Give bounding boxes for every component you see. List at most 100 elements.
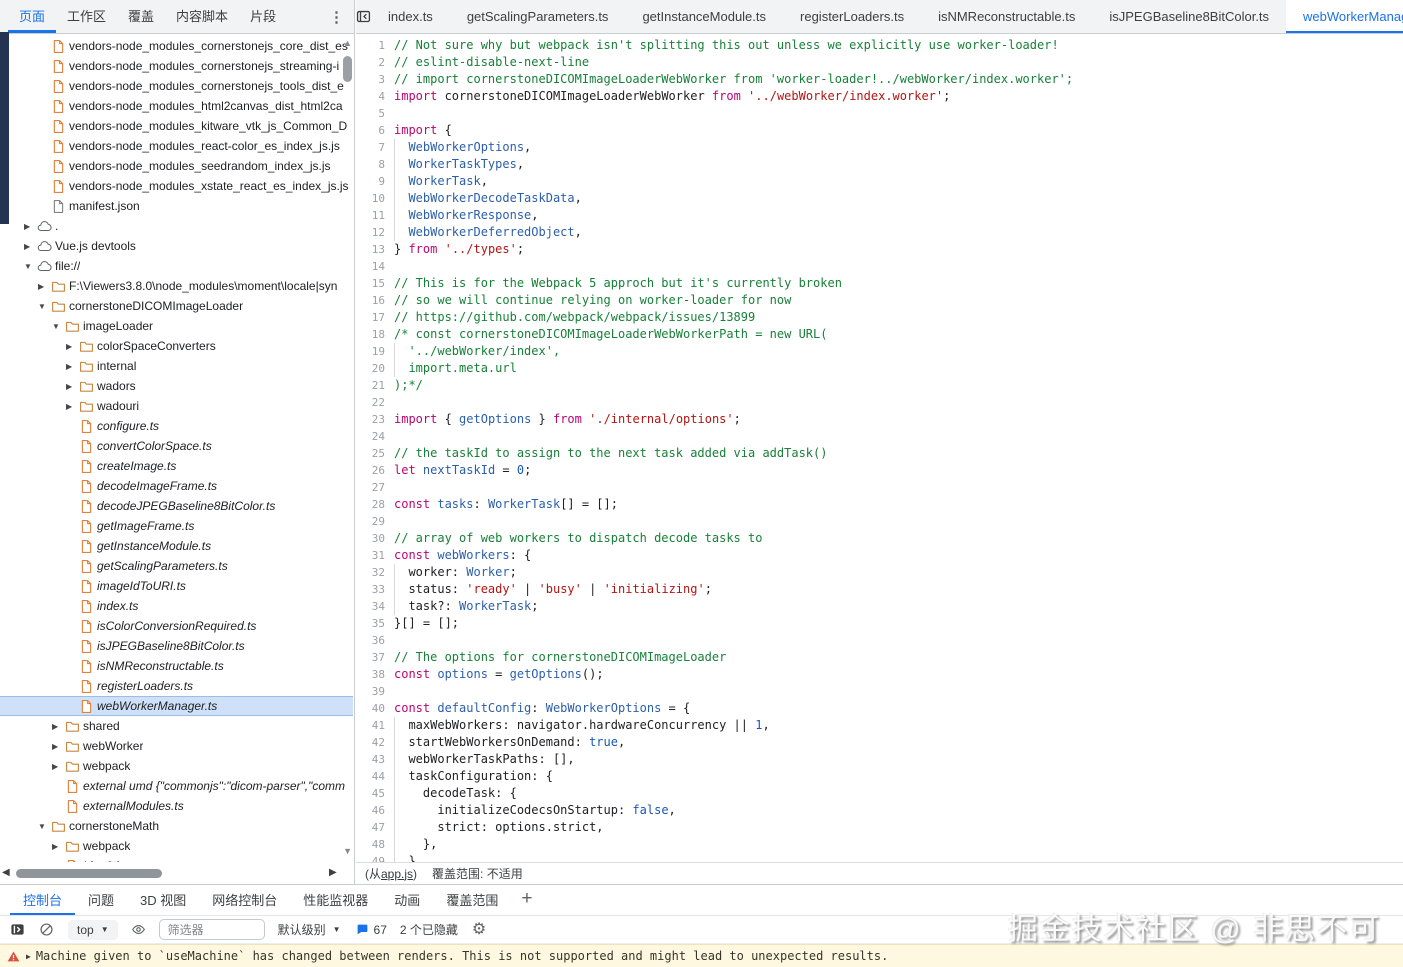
scroll-left-icon[interactable]: ◀ <box>2 868 10 877</box>
tree-item[interactable]: external umd {"commonjs":"dicom-parser",… <box>0 776 353 796</box>
gutter-line-number[interactable]: 49 <box>356 853 394 862</box>
drawer-tab-animations[interactable]: 动画 <box>381 885 433 915</box>
gutter-line-number[interactable]: 46 <box>356 802 394 819</box>
navigator-tab-snippets[interactable]: 片段 <box>239 0 287 33</box>
gutter-line-number[interactable]: 1 <box>356 37 394 54</box>
navigator-tab-overrides[interactable]: 覆盖 <box>117 0 165 33</box>
gutter-line-number[interactable]: 28 <box>356 496 394 513</box>
toggle-navigator-button[interactable] <box>356 0 371 33</box>
gutter-line-number[interactable]: 27 <box>356 479 394 496</box>
tree-item[interactable]: vendors-node_modules_html2canvas_dist_ht… <box>0 96 353 116</box>
gutter-line-number[interactable]: 43 <box>356 751 394 768</box>
tree-item[interactable]: ▶webpack <box>0 756 353 776</box>
tree-item[interactable]: ▼imageLoader <box>0 316 353 336</box>
tree-item[interactable]: convertColorSpace.ts <box>0 436 353 456</box>
message-count[interactable]: 67 <box>356 923 387 937</box>
gutter-line-number[interactable]: 47 <box>356 819 394 836</box>
hidden-messages-count[interactable]: 2 个已隐藏 <box>400 921 458 938</box>
live-expression-eye-icon[interactable] <box>131 922 146 937</box>
gutter-line-number[interactable]: 39 <box>356 683 394 700</box>
tree-item[interactable]: Line3.js <box>0 856 353 862</box>
tree-item[interactable]: ▶internal <box>0 356 353 376</box>
tree-collapsed-arrow-icon[interactable]: ▶ <box>66 362 79 371</box>
tree-expanded-arrow-icon[interactable]: ▼ <box>24 262 37 271</box>
tree-item[interactable]: getInstanceModule.ts <box>0 536 353 556</box>
tree-item[interactable]: ▶colorSpaceConverters <box>0 336 353 356</box>
drawer-tab-3d-view[interactable]: 3D 视图 <box>127 885 199 915</box>
tree-collapsed-arrow-icon[interactable]: ▶ <box>24 242 37 251</box>
drawer-tab-issues[interactable]: 问题 <box>75 885 127 915</box>
gutter-line-number[interactable]: 13 <box>356 241 394 258</box>
tree-item[interactable]: registerLoaders.ts <box>0 676 353 696</box>
tree-item[interactable]: isColorConversionRequired.ts <box>0 616 353 636</box>
gutter-line-number[interactable]: 8 <box>356 156 394 173</box>
gutter-line-number[interactable]: 24 <box>356 428 394 445</box>
gutter-line-number[interactable]: 12 <box>356 224 394 241</box>
gutter-line-number[interactable]: 23 <box>356 411 394 428</box>
tree-item[interactable]: vendors-node_modules_cornerstonejs_tools… <box>0 76 353 96</box>
tree-item[interactable]: vendors-node_modules_seedrandom_index_js… <box>0 156 353 176</box>
gutter-line-number[interactable]: 25 <box>356 445 394 462</box>
tree-expanded-arrow-icon[interactable]: ▼ <box>38 302 51 311</box>
gutter-line-number[interactable]: 42 <box>356 734 394 751</box>
gutter-line-number[interactable]: 37 <box>356 649 394 666</box>
tree-item[interactable]: getImageFrame.ts <box>0 516 353 536</box>
tree-item[interactable]: decodeJPEGBaseline8BitColor.ts <box>0 496 353 516</box>
gutter-line-number[interactable]: 9 <box>356 173 394 190</box>
gutter-line-number[interactable]: 15 <box>356 275 394 292</box>
gutter-line-number[interactable]: 10 <box>356 190 394 207</box>
gutter-line-number[interactable]: 48 <box>356 836 394 853</box>
editor-tab-getScalingParameters.ts[interactable]: getScalingParameters.ts <box>450 0 626 33</box>
tree-expanded-arrow-icon[interactable]: ▼ <box>52 322 65 331</box>
gutter-line-number[interactable]: 21 <box>356 377 394 394</box>
vertical-scrollbar-thumb[interactable] <box>343 56 352 82</box>
log-levels-selector[interactable]: 默认级别 ▼ <box>278 921 341 938</box>
gutter-line-number[interactable]: 19 <box>356 343 394 360</box>
gutter-line-number[interactable]: 35 <box>356 615 394 632</box>
gutter-line-number[interactable]: 30 <box>356 530 394 547</box>
gutter-line-number[interactable]: 4 <box>356 88 394 105</box>
gutter-line-number[interactable]: 29 <box>356 513 394 530</box>
console-settings-gear-icon[interactable]: ⚙ <box>472 922 486 938</box>
tree-collapsed-arrow-icon[interactable]: ▶ <box>52 742 65 751</box>
editor-tab-isNMReconstructable.ts[interactable]: isNMReconstructable.ts <box>921 0 1092 33</box>
tree-item[interactable]: ▶Vue.js devtools <box>0 236 353 256</box>
editor-tab-registerLoaders.ts[interactable]: registerLoaders.ts <box>783 0 921 33</box>
tree-item[interactable]: vendors-node_modules_react-color_es_inde… <box>0 136 353 156</box>
context-selector[interactable]: top ▼ <box>68 920 118 940</box>
gutter-line-number[interactable]: 32 <box>356 564 394 581</box>
tree-item[interactable]: vendors-node_modules_kitware_vtk_js_Comm… <box>0 116 353 136</box>
tree-item[interactable]: isNMReconstructable.ts <box>0 656 353 676</box>
gutter-line-number[interactable]: 38 <box>356 666 394 683</box>
tree-collapsed-arrow-icon[interactable]: ▶ <box>52 842 65 851</box>
gutter-line-number[interactable]: 2 <box>356 54 394 71</box>
tree-collapsed-arrow-icon[interactable]: ▶ <box>52 722 65 731</box>
navigator-tab-workspace[interactable]: 工作区 <box>56 0 117 33</box>
drawer-tab-performance-monitor[interactable]: 性能监视器 <box>290 885 381 915</box>
drawer-tab-network-console[interactable]: 网络控制台 <box>199 885 290 915</box>
editor-tab-webWorkerManager.ts[interactable]: webWorkerManager.ts× <box>1286 0 1403 33</box>
editor-tab-getInstanceModule.ts[interactable]: getInstanceModule.ts <box>625 0 783 33</box>
tree-item[interactable]: ▶wadouri <box>0 396 353 416</box>
gutter-line-number[interactable]: 18 <box>356 326 394 343</box>
tree-item[interactable]: index.ts <box>0 596 353 616</box>
navigator-tab-content-scripts[interactable]: 内容脚本 <box>165 0 239 33</box>
source-origin-link[interactable]: app.js <box>381 867 413 881</box>
gutter-line-number[interactable]: 44 <box>356 768 394 785</box>
clear-console-icon[interactable] <box>39 922 54 937</box>
tree-item[interactable]: ▶. <box>0 216 353 236</box>
tree-item[interactable]: webWorkerManager.ts <box>0 696 353 716</box>
tree-item[interactable]: ▼cornerstoneMath <box>0 816 353 836</box>
code-editor[interactable]: 1// Not sure why but webpack isn't split… <box>356 34 1403 862</box>
navigator-tab-page[interactable]: 页面 <box>8 0 56 33</box>
tree-item[interactable]: externalModules.ts <box>0 796 353 816</box>
gutter-line-number[interactable]: 5 <box>356 105 394 122</box>
tree-item[interactable]: ▶shared <box>0 716 353 736</box>
console-sidebar-icon[interactable] <box>10 922 25 937</box>
tree-item[interactable]: ▶F:\Viewers3.8.0\node_modules\moment\loc… <box>0 276 353 296</box>
tree-item[interactable]: ▶webWorker <box>0 736 353 756</box>
tree-item[interactable]: ▶webpack <box>0 836 353 856</box>
gutter-line-number[interactable]: 3 <box>356 71 394 88</box>
gutter-line-number[interactable]: 31 <box>356 547 394 564</box>
gutter-line-number[interactable]: 40 <box>356 700 394 717</box>
